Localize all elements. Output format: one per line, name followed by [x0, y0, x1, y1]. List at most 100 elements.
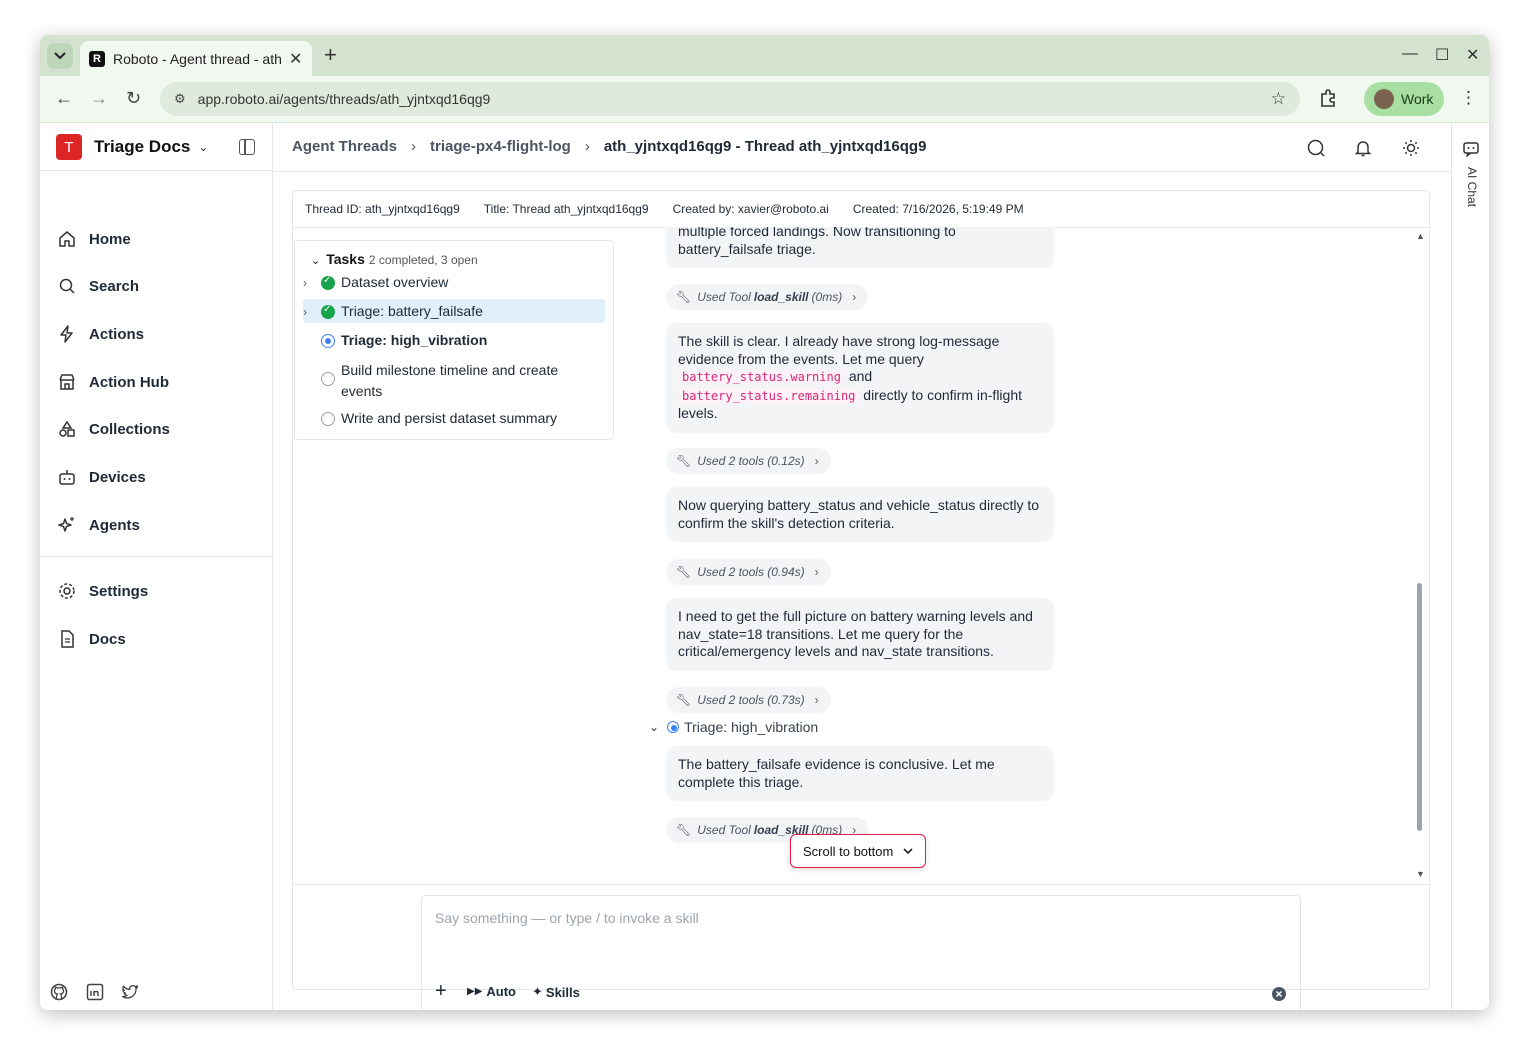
auto-label: Auto [486, 984, 516, 999]
sidebar-item-docs[interactable]: Docs [58, 630, 126, 648]
sidebar-item-search[interactable]: Search [58, 277, 139, 295]
scroll-button-label: Scroll to bottom [803, 843, 894, 859]
github-icon[interactable] [50, 983, 68, 1001]
collapse-sidebar-icon[interactable] [239, 139, 255, 155]
sidebar-item-label: Home [89, 230, 131, 248]
document-icon [61, 630, 74, 648]
sidebar-item-collections[interactable]: Collections [58, 420, 170, 438]
tasks-heading[interactable]: ⌄ Tasks 2 completed, 3 open [311, 251, 478, 267]
linkedin-icon[interactable] [86, 983, 104, 1001]
skills-button[interactable]: ✦ Skills [532, 984, 580, 1000]
task-item-selected[interactable]: › Triage: battery_failsafe [303, 299, 605, 323]
ai-chat-rail[interactable]: AI Chat [1451, 123, 1489, 1010]
tool-summary: Used 2 tools (0.12s) [697, 454, 805, 468]
clear-input-icon[interactable] [1272, 987, 1286, 1001]
profile-label: Work [1401, 91, 1434, 107]
breadcrumb-dataset[interactable]: triage-px4-flight-log [430, 138, 571, 155]
sidebar-item-agents[interactable]: Agents [58, 516, 140, 534]
tab-search-button[interactable] [47, 43, 73, 69]
sidebar-item-settings[interactable]: Settings [58, 582, 148, 600]
breadcrumb-agent-threads[interactable]: Agent Threads [292, 138, 397, 155]
sidebar-item-label: Search [89, 277, 140, 295]
sidebar-item-label: Collections [89, 420, 170, 438]
task-item[interactable]: › Dataset overview [303, 274, 605, 290]
task-item[interactable]: Write and persist dataset summary [303, 410, 605, 426]
message-text: and [848, 368, 873, 384]
profile-button[interactable]: Work [1364, 82, 1444, 116]
thread-id: Thread ID: ath_yjntxqd16qg9 [305, 202, 460, 216]
task-section-header[interactable]: ⌄ Triage: high_vibration [649, 719, 818, 735]
new-tab-button[interactable]: + [324, 44, 337, 66]
tool-call-chip[interactable]: 🔧︎ Used 2 tools (0.73s) › [666, 687, 831, 713]
tool-call-chip[interactable]: 🔧︎ Used 2 tools (0.12s) › [666, 448, 831, 474]
close-window-icon[interactable]: ✕ [1466, 45, 1479, 65]
maximize-icon[interactable]: ☐ [1435, 45, 1449, 65]
roboto-favicon-icon: R [89, 50, 105, 67]
sidebar-item-devices[interactable]: Devices [58, 468, 146, 486]
robot-chat-icon [1463, 142, 1479, 157]
workspace-switcher[interactable]: T Triage Docs ⌄ [56, 134, 208, 160]
sun-icon[interactable] [1402, 139, 1420, 157]
back-icon[interactable]: ← [55, 88, 73, 109]
tasks-title: Tasks [326, 251, 365, 267]
sidebar-item-home[interactable]: Home [58, 230, 131, 248]
message-input[interactable] [422, 896, 1300, 966]
inline-code: battery_status.warning [678, 370, 845, 384]
wrench-icon: 🔧︎ [676, 693, 692, 707]
site-info-icon[interactable]: ⚙ [174, 91, 186, 107]
search-icon[interactable] [1307, 139, 1325, 157]
scrollbar-thumb[interactable] [1417, 583, 1422, 831]
thread-title: Title: Thread ath_yjntxqd16qg9 [483, 202, 649, 216]
tool-call-chip[interactable]: 🔧︎ Used Tool load_skill (0ms) › [666, 284, 869, 310]
thread-meta-bar: Thread ID: ath_yjntxqd16qg9 Title: Threa… [293, 191, 1429, 228]
tab-strip: R Roboto - Agent thread - ath_yjntxqd16q… [40, 35, 1489, 76]
auto-mode-button[interactable]: ▶▶ Auto [467, 984, 516, 999]
tool-summary: Used 2 tools (0.94s) [697, 565, 805, 579]
address-bar[interactable]: ⚙ app.roboto.ai/agents/threads/ath_yjntx… [160, 82, 1300, 116]
message-text: The skill is clear. I already have stron… [678, 333, 1000, 367]
tool-call-chip[interactable]: 🔧︎ Used 2 tools (0.94s) › [666, 559, 831, 585]
task-label: Write and persist dataset summary [341, 410, 558, 426]
tab-title: Roboto - Agent thread - ath_yjntxqd16qg9 [113, 50, 281, 67]
inline-code: battery_status.remaining [678, 388, 860, 403]
check-circle-icon [321, 304, 335, 319]
reload-icon[interactable]: ↻ [126, 88, 141, 109]
bell-icon[interactable] [1354, 139, 1372, 157]
scroll-down-arrow-icon[interactable]: ▼ [1416, 869, 1425, 879]
task-item[interactable]: Triage: high_vibration [303, 332, 605, 348]
thread-panel: Thread ID: ath_yjntxqd16qg9 Title: Threa… [292, 190, 1430, 1010]
chevron-down-icon: ⌄ [311, 255, 321, 267]
browser-menu-icon[interactable]: ⋮ [1460, 88, 1477, 108]
minimize-icon[interactable]: — [1402, 45, 1418, 63]
bookmark-star-icon[interactable]: ☆ [1271, 89, 1286, 109]
twitter-icon[interactable] [121, 983, 139, 1001]
chevron-down-icon: ⌄ [198, 140, 209, 154]
divider [40, 170, 272, 171]
scroll-to-bottom-button[interactable]: Scroll to bottom [790, 834, 927, 868]
workspace-name: Triage Docs [94, 137, 191, 156]
close-tab-icon[interactable]: ✕ [289, 49, 302, 69]
tasks-panel: ⌄ Tasks2 completed, 3 open › Dataset over… [294, 240, 614, 440]
sidebar-item-actions[interactable]: Actions [58, 325, 144, 343]
task-label: Dataset overview [341, 274, 449, 290]
message-list[interactable]: multiple forced landings. Now transition… [645, 227, 1425, 849]
home-icon [59, 231, 75, 247]
task-item[interactable]: Build milestone timeline and create even… [303, 360, 605, 402]
scroll-up-arrow-icon[interactable]: ▲ [1416, 231, 1425, 241]
forward-icon[interactable]: → [90, 88, 108, 109]
page-header: Agent Threads › triage-px4-flight-log › … [273, 123, 1451, 172]
app-sidebar: T Triage Docs ⌄ Home Search Actions Acti… [40, 123, 273, 1010]
chevron-right-icon: › [411, 138, 417, 155]
avatar [1374, 89, 1394, 109]
tool-summary: Used 2 tools (0.73s) [697, 693, 805, 707]
message-composer: + ▶▶ Auto ✦ Skills [421, 895, 1301, 1010]
extensions-icon[interactable] [1319, 89, 1337, 112]
sidebar-item-label: Devices [89, 468, 146, 486]
chevron-right-icon[interactable]: › [303, 305, 321, 319]
browser-tab[interactable]: R Roboto - Agent thread - ath_yjntxqd16q… [80, 41, 312, 76]
attach-plus-icon[interactable]: + [435, 980, 447, 1003]
tool-name: load_skill [753, 290, 809, 304]
sidebar-item-action-hub[interactable]: Action Hub [58, 373, 169, 391]
assistant-message: The battery_failsafe evidence is conclus… [666, 746, 1054, 801]
chevron-right-icon[interactable]: › [303, 276, 321, 290]
